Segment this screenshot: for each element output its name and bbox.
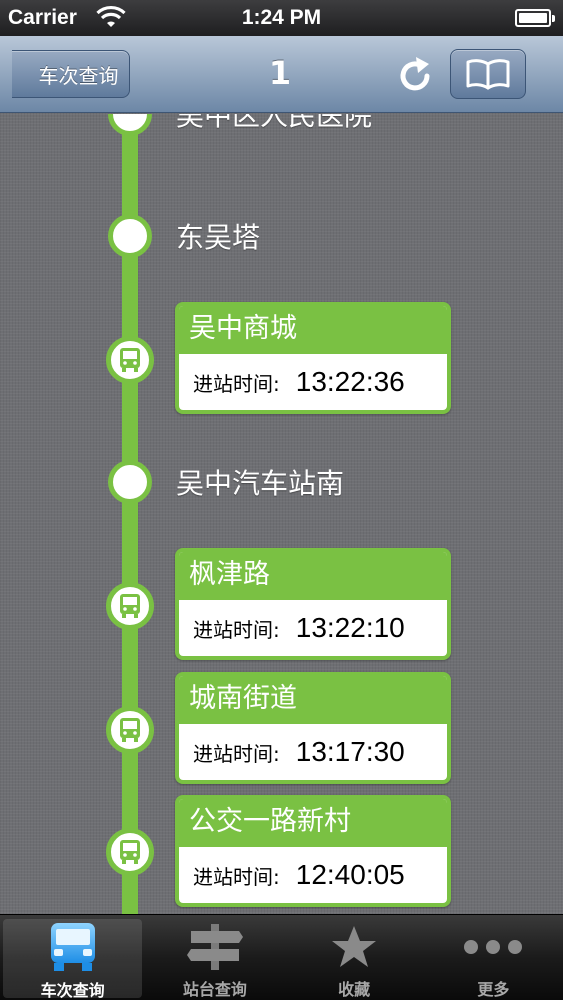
station-node [108,114,152,136]
status-bar: Carrier 1:24 PM [0,0,563,36]
tab-label: 收藏 [338,980,371,999]
station-name: 枫津路 [179,552,447,600]
station-name: 公交一路新村 [179,799,447,847]
navigation-bar: 车次查询 1 [0,36,563,113]
bus-icon [50,923,95,971]
battery-icon [515,9,555,27]
tab-label: 更多 [477,980,510,999]
bus-arrival-card[interactable]: 枫津路 进站时间: 13:22:10 [175,548,451,660]
station-name[interactable]: 吴中汽车站南 [176,462,344,502]
bus-position-node [106,828,154,876]
arrival-time-value: 13:22:10 [295,612,405,643]
tab-bar: 车次查询 站台查询 收藏 更多 [0,914,563,1000]
tab-bus-query[interactable]: 车次查询 [3,919,143,1000]
arrival-time-value: 12:40:05 [295,859,405,890]
status-time: 1:24 PM [241,6,322,29]
bus-arrival-card[interactable]: 城南街道 进站时间: 13:17:30 [175,672,451,784]
bus-position-node [106,336,154,384]
tab-label: 站台查询 [182,980,247,999]
tab-favorites[interactable]: 收藏 [285,915,424,1000]
star-icon [332,925,377,967]
refresh-icon[interactable] [394,54,436,96]
tab-station-query[interactable]: 站台查询 [145,915,284,1000]
station-name: 城南街道 [179,676,447,724]
arrival-time-label: 进站时间: [193,864,280,889]
page-title: 1 [268,54,292,92]
arrival-time-label: 进站时间: [193,741,280,766]
bus-arrival-card[interactable]: 公交一路新村 进站时间: 12:40:05 [175,795,451,907]
more-dots-icon [464,939,523,954]
bus-stop-sign-icon [186,923,243,970]
route-list[interactable]: 吴中区人民医院 东吴塔 吴中商城 进站时间: 13:22:36 吴中汽车站南 枫… [0,114,563,914]
arrival-time-label: 进站时间: [193,371,280,396]
station-name: 吴中商城 [179,306,447,354]
bus-icon [120,718,140,742]
arrival-time-value: 13:17:30 [295,736,405,767]
bus-icon [120,594,140,618]
station-node [108,460,152,504]
arrival-time-label: 进站时间: [193,617,280,642]
station-node [108,214,152,258]
back-arrow-shape [0,46,33,102]
bus-position-node [106,582,154,630]
bus-icon [120,840,140,864]
bus-icon [120,348,140,372]
bus-position-node [106,706,154,754]
bus-arrival-card[interactable]: 吴中商城 进站时间: 13:22:36 [175,302,451,414]
station-name: 吴中区人民医院 [176,114,373,132]
bookmark-button[interactable] [450,49,526,99]
book-icon [466,59,510,90]
back-button-label: 车次查询 [38,63,119,88]
arrival-time-value: 13:22:36 [295,366,405,397]
tab-label: 车次查询 [40,981,105,1000]
station-name[interactable]: 东吴塔 [176,216,260,256]
back-button[interactable]: 车次查询 [0,46,130,102]
tab-more[interactable]: 更多 [424,915,563,1000]
